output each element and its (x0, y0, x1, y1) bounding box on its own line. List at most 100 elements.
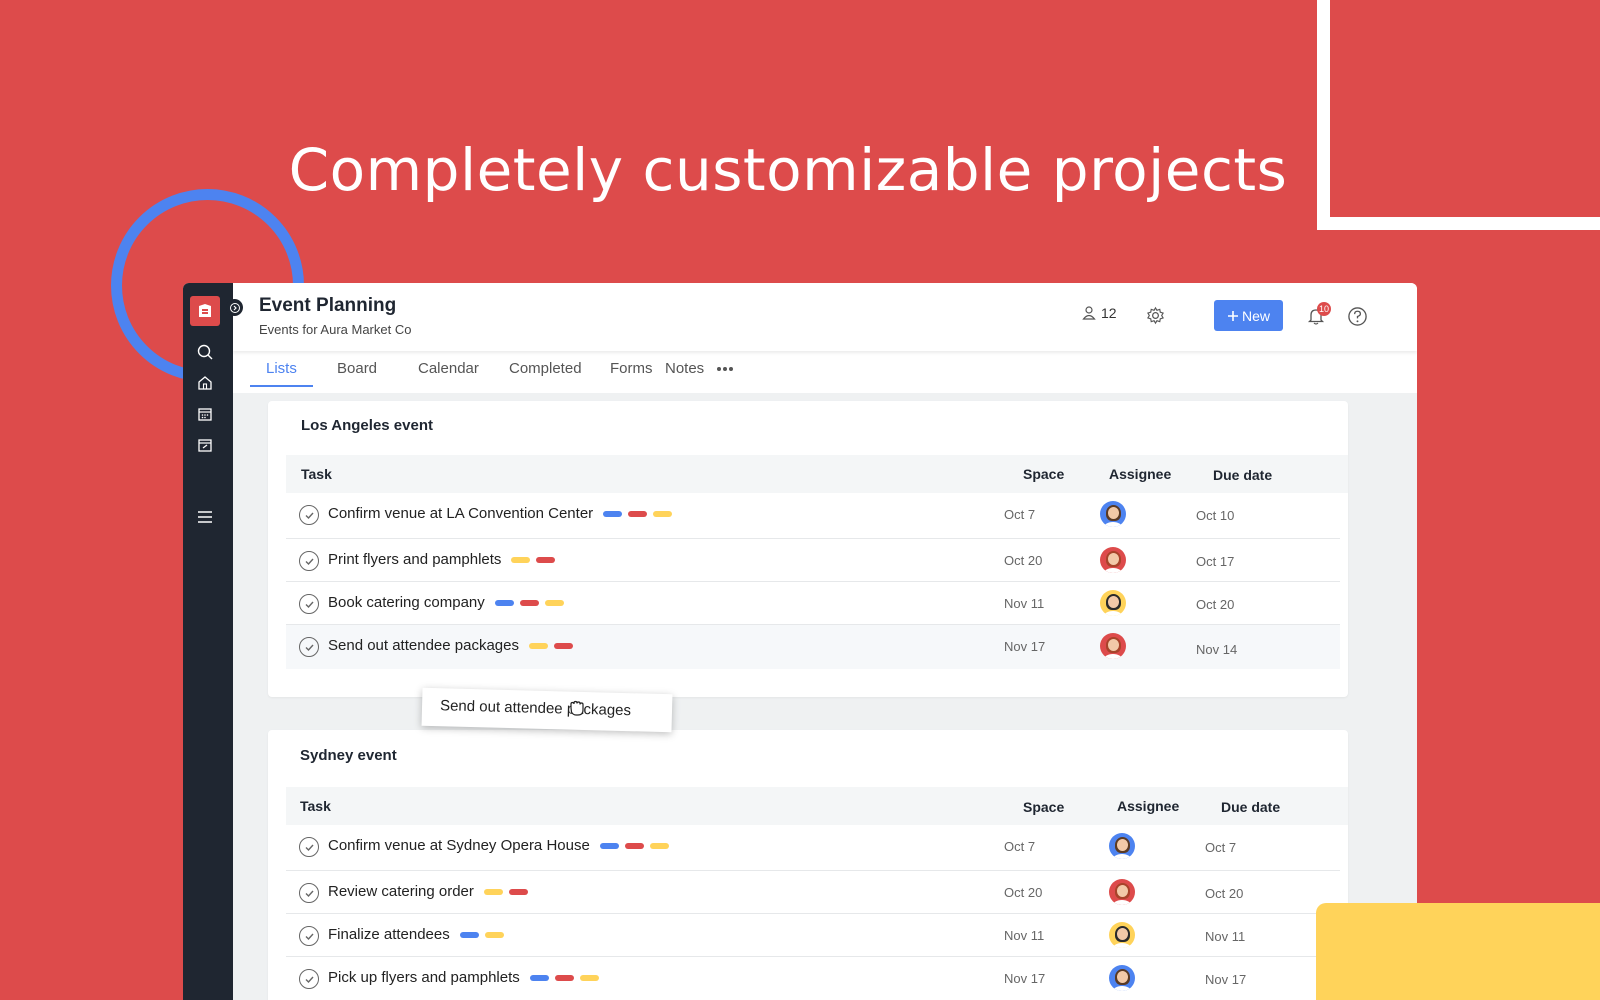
tag-pill[interactable] (536, 556, 556, 563)
check-icon[interactable] (299, 594, 319, 614)
drag-ghost-row[interactable]: Send out attendee packages (421, 687, 673, 733)
section-title: Sydney event (300, 747, 397, 764)
task-name[interactable]: Review catering order (328, 883, 528, 900)
task-name[interactable]: Print flyers and pamphlets (328, 551, 556, 568)
decorative-block (1316, 903, 1600, 1000)
avatar[interactable] (1100, 633, 1126, 659)
tag-pill[interactable] (508, 888, 528, 895)
tag-pill[interactable] (579, 974, 599, 981)
table-header: Task Space Assignee Due date (286, 787, 1348, 825)
tab-notes[interactable]: Notes (665, 360, 704, 385)
collapse-chevron-icon[interactable] (226, 299, 243, 316)
tag-pill[interactable] (599, 842, 619, 849)
table-row[interactable]: Finalize attendees Nov 11 Nov 11 (286, 914, 1340, 957)
avatar[interactable] (1109, 922, 1135, 948)
tab-board[interactable]: Board (337, 360, 377, 385)
logo-icon[interactable] (190, 296, 220, 326)
space-date: Nov 17 (1004, 971, 1046, 986)
column-space: Space (1023, 466, 1065, 482)
tasks-icon[interactable] (196, 436, 214, 454)
tag-pill[interactable] (511, 556, 531, 563)
tag-pill[interactable] (483, 888, 503, 895)
menu-icon[interactable] (196, 508, 214, 526)
tag-pill[interactable] (529, 974, 549, 981)
gear-icon[interactable] (1146, 306, 1165, 325)
task-name[interactable]: Confirm venue at LA Convention Center (328, 505, 673, 522)
avatar[interactable] (1109, 879, 1135, 905)
check-icon[interactable] (299, 969, 319, 989)
task-name[interactable]: Send out attendee packages (328, 637, 573, 654)
due-date: Nov 11 (1205, 929, 1246, 944)
task-name[interactable]: Finalize attendees (328, 926, 504, 943)
task-label: Pick up flyers and pamphlets (328, 969, 520, 986)
avatar[interactable] (1100, 501, 1126, 527)
check-icon[interactable] (299, 637, 319, 657)
tab-forms[interactable]: Forms (610, 360, 653, 385)
tag-pill[interactable] (544, 599, 564, 606)
tag-pill[interactable] (519, 599, 539, 606)
header: Event Planning Events for Aura Market Co… (233, 283, 1417, 351)
tag-list (459, 931, 504, 938)
check-icon[interactable] (299, 551, 319, 571)
table-row[interactable]: Review catering order Oct 20 Oct 20 (286, 871, 1340, 914)
task-label: Send out attendee packages (328, 637, 519, 654)
table-row[interactable]: Book catering company Nov 11 Oct 20 (286, 582, 1340, 625)
column-assignee: Assignee (1109, 466, 1172, 482)
tag-pill[interactable] (554, 642, 573, 649)
space-date: Oct 20 (1004, 885, 1043, 900)
check-icon[interactable] (299, 505, 319, 525)
task-name[interactable]: Pick up flyers and pamphlets (328, 969, 599, 986)
avatar[interactable] (1109, 965, 1135, 991)
sidebar (183, 283, 233, 1000)
space-date: Oct 7 (1004, 507, 1036, 522)
tag-pill[interactable] (628, 510, 648, 517)
tag-pill[interactable] (459, 931, 479, 938)
members-button[interactable]: 12 (1081, 305, 1117, 321)
page-title: Event Planning (259, 295, 397, 316)
more-icon[interactable] (715, 363, 735, 375)
tag-pill[interactable] (653, 510, 673, 517)
help-icon[interactable] (1347, 306, 1368, 327)
tag-pill[interactable] (484, 931, 504, 938)
table-row[interactable]: Pick up flyers and pamphlets Nov 17 Nov 17 (286, 957, 1340, 1000)
tag-pill[interactable] (529, 642, 548, 649)
new-button[interactable]: New (1214, 300, 1283, 331)
tag-pill[interactable] (649, 842, 669, 849)
check-icon[interactable] (299, 883, 319, 903)
tab-completed[interactable]: Completed (509, 360, 582, 385)
search-icon[interactable] (196, 343, 214, 361)
tag-list (483, 888, 528, 895)
notifications-button[interactable]: 10 (1306, 302, 1332, 331)
table-row[interactable]: Confirm venue at Sydney Opera House Oct 7… (286, 825, 1340, 871)
tag-list (511, 556, 556, 563)
section-los-angeles: Los Angeles event Task Space Assignee Du… (268, 401, 1348, 697)
check-icon[interactable] (299, 837, 319, 857)
tab-lists[interactable]: Lists (250, 360, 313, 387)
tab-calendar[interactable]: Calendar (418, 360, 479, 385)
members-icon (1082, 306, 1096, 320)
task-name[interactable]: Confirm venue at Sydney Opera House (328, 837, 669, 854)
tag-pill[interactable] (554, 974, 574, 981)
table-row[interactable]: Print flyers and pamphlets Oct 20 Oct 17 (286, 539, 1340, 582)
tag-pill[interactable] (494, 599, 514, 606)
space-date: Nov 17 (1004, 639, 1046, 654)
task-label: Print flyers and pamphlets (328, 551, 502, 568)
lists-content: Los Angeles event Task Space Assignee Du… (233, 393, 1417, 1000)
avatar[interactable] (1109, 833, 1135, 859)
tag-list (603, 510, 673, 517)
page-subtitle: Events for Aura Market Co (259, 322, 412, 337)
due-date: Nov 14 (1196, 642, 1238, 657)
home-icon[interactable] (196, 374, 214, 392)
tag-pill[interactable] (603, 510, 623, 517)
avatar[interactable] (1100, 547, 1126, 573)
avatar[interactable] (1100, 590, 1126, 616)
plus-icon (1227, 310, 1238, 321)
check-icon[interactable] (299, 926, 319, 946)
tag-pill[interactable] (624, 842, 644, 849)
table-row[interactable]: Confirm venue at LA Convention Center Oct… (286, 493, 1340, 539)
space-date: Nov 11 (1004, 596, 1045, 611)
table-row[interactable]: Send out attendee packages Nov 17 Nov 14 (286, 625, 1340, 669)
task-name[interactable]: Book catering company (328, 594, 564, 611)
space-date: Oct 20 (1004, 553, 1043, 568)
calendar-icon[interactable] (196, 405, 214, 423)
